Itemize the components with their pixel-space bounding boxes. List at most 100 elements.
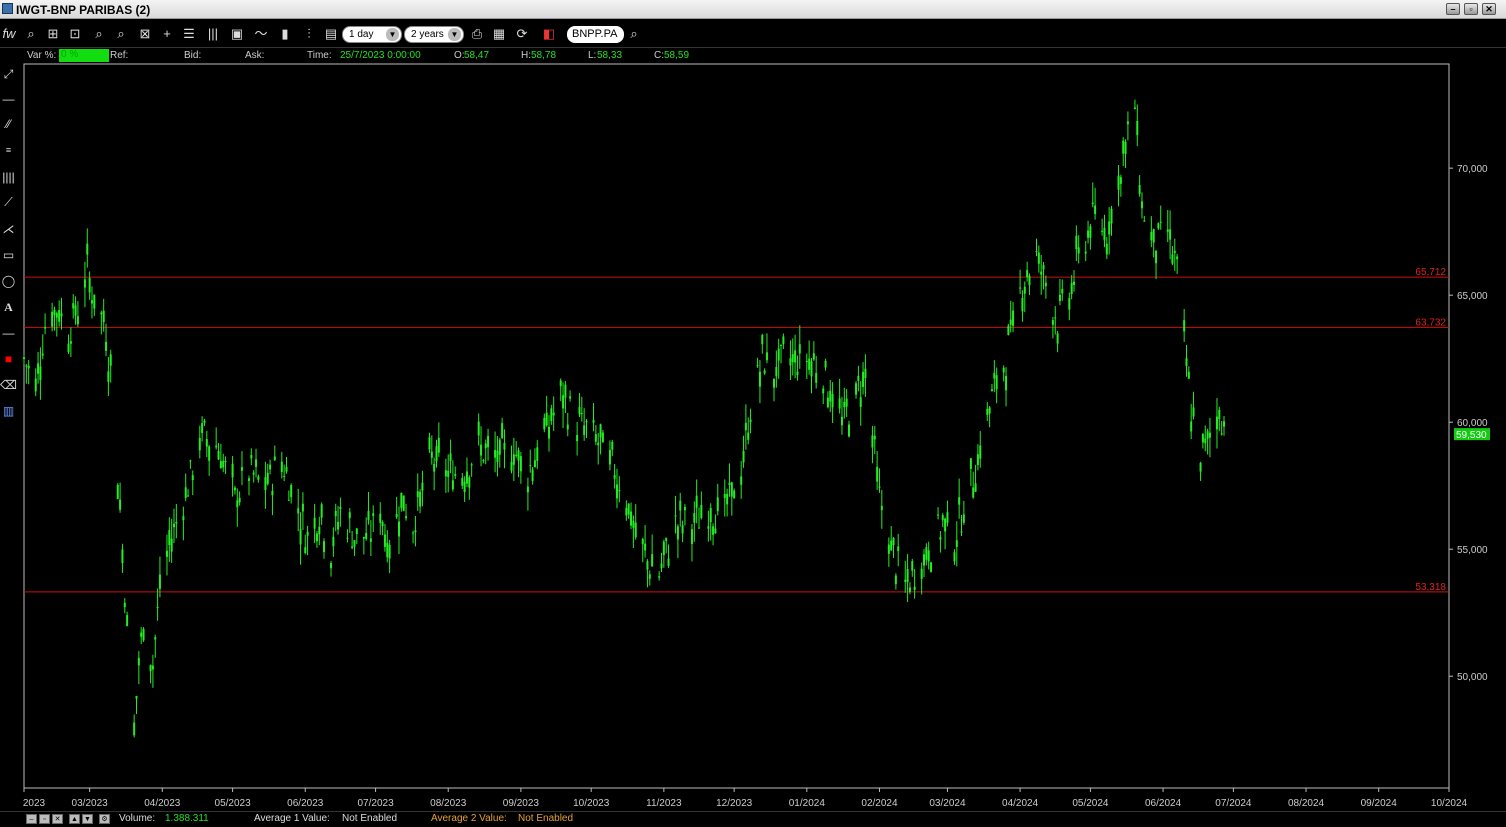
y-tick-label: 70,000: [1457, 164, 1488, 175]
price-candle-body: [855, 383, 858, 395]
price-candle-body: [660, 563, 663, 569]
candle-icon[interactable]: ▮: [276, 25, 294, 43]
price-candle-body: [536, 447, 539, 461]
price-candle-body: [946, 512, 949, 523]
formula-icon[interactable]: fw: [0, 25, 18, 43]
settings-icon[interactable]: ⚙: [99, 814, 110, 824]
x-tick-label: 07/2023: [357, 798, 394, 809]
price-candle-body: [301, 503, 304, 512]
price-candle-body: [318, 526, 321, 535]
minimize-button[interactable]: –: [1446, 3, 1460, 15]
color-icon[interactable]: ◧: [540, 25, 558, 43]
var-value: 0 %: [59, 49, 109, 62]
price-candle-body: [273, 456, 276, 460]
close-button[interactable]: ✕: [1482, 3, 1496, 15]
crosshair-icon[interactable]: +: [158, 25, 176, 43]
price-candle-body: [1190, 421, 1193, 432]
price-candle-body: [463, 481, 466, 493]
price-candle-body: [454, 474, 457, 476]
price-candle-body: [58, 310, 61, 322]
price-candle-body: [332, 536, 335, 547]
bars-icon[interactable]: |||: [204, 25, 222, 43]
zoom-area-icon[interactable]: ⊠: [136, 25, 154, 43]
price-candle-body: [630, 511, 633, 526]
list-icon[interactable]: ☰: [180, 25, 198, 43]
price-candle-body: [280, 461, 283, 473]
search-icon[interactable]: ⌕: [625, 25, 643, 43]
zoom-fit-icon[interactable]: ⊞: [44, 25, 62, 43]
line-icon[interactable]: 〜: [252, 25, 270, 43]
price-candle-body: [133, 722, 136, 736]
ohlc-icon[interactable]: ⫶: [300, 25, 318, 43]
price-candle-body: [330, 562, 333, 569]
price-candle-body: [381, 522, 384, 527]
save-icon[interactable]: ▦: [490, 25, 508, 43]
price-candle-body: [362, 537, 365, 539]
scroll-up-icon[interactable]: ▲: [69, 814, 80, 824]
price-candle-body: [1044, 282, 1047, 287]
price-candle-body: [646, 561, 649, 570]
price-candle-body: [470, 464, 473, 466]
ask-label: Ask:: [245, 50, 265, 61]
price-chart[interactable]: 50,000 55,000 60,000 65,000 70,000 2023 03/202…: [0, 62, 1506, 810]
price-candle-body: [1187, 371, 1190, 379]
interval-select[interactable]: 1 day ▼: [342, 26, 402, 43]
zoom-out-icon[interactable]: ⌕: [90, 25, 108, 43]
price-candle-body: [723, 494, 726, 499]
price-candle-body: [372, 513, 375, 516]
zoom-reset-icon[interactable]: ⌕: [112, 25, 130, 43]
price-candle-body: [72, 303, 75, 309]
scroll-down-icon[interactable]: ▼: [82, 814, 93, 824]
price-candle-body: [34, 378, 37, 392]
price-candle-body: [974, 483, 977, 492]
price-candle-body: [285, 466, 288, 472]
zoom-box-icon[interactable]: ⊡: [66, 25, 84, 43]
price-candle-body: [74, 305, 77, 316]
price-candle-body: [123, 602, 126, 608]
price-candle-body: [1138, 185, 1141, 194]
open-value: 58,47: [464, 50, 490, 61]
price-candle-body: [187, 495, 190, 497]
refresh-icon[interactable]: ⟳: [513, 25, 531, 43]
price-candle-body: [461, 477, 464, 486]
price-candle-body: [182, 516, 185, 521]
price-candle-body: [224, 461, 227, 463]
x-tick-label: 06/2024: [1145, 798, 1182, 809]
price-candle-body: [1077, 247, 1080, 254]
volume-value: 1.388.311: [165, 813, 209, 824]
price-candle-body: [730, 482, 733, 497]
symbol-input[interactable]: BNPP.PA: [567, 26, 624, 43]
time-label: Time:: [307, 50, 332, 61]
price-candle-body: [693, 513, 696, 523]
price-candle-body: [962, 514, 965, 523]
price-candle-body: [871, 435, 874, 448]
price-candle-body: [780, 344, 783, 346]
range-select[interactable]: 2 years ▼: [404, 26, 464, 43]
price-candle-body: [255, 459, 258, 467]
price-candle-body: [1223, 421, 1225, 427]
price-candle-body: [1084, 251, 1087, 254]
price-candle-body: [808, 358, 811, 370]
price-candle-body: [323, 541, 325, 553]
price-candle-body: [487, 435, 490, 448]
price-candle-body: [1169, 229, 1172, 240]
data-icon[interactable]: ▤: [322, 25, 340, 43]
window-title: IWGT-BNP PARIBAS (2): [16, 3, 151, 17]
price-candle-body: [763, 370, 766, 374]
window-icon[interactable]: ▣: [228, 25, 246, 43]
price-candle-body: [545, 412, 548, 426]
zoom-in-icon[interactable]: ⌕: [22, 25, 40, 43]
print-icon[interactable]: ⎙: [468, 25, 486, 43]
price-candle-body: [465, 471, 468, 484]
minimize-panel-icon[interactable]: –: [26, 814, 37, 824]
price-candle-body: [23, 357, 25, 360]
price-candle-body: [1166, 229, 1169, 232]
restore-panel-icon[interactable]: ▫: [39, 814, 50, 824]
price-candle-body: [566, 424, 569, 430]
low-value: 58,33: [597, 50, 623, 61]
price-level-label: 65,712: [1415, 267, 1446, 278]
close-panel-icon[interactable]: ✕: [52, 814, 63, 824]
restore-button[interactable]: ▫: [1464, 3, 1478, 15]
y-tick-label: 50,000: [1457, 672, 1488, 683]
price-candle-body: [829, 390, 832, 402]
